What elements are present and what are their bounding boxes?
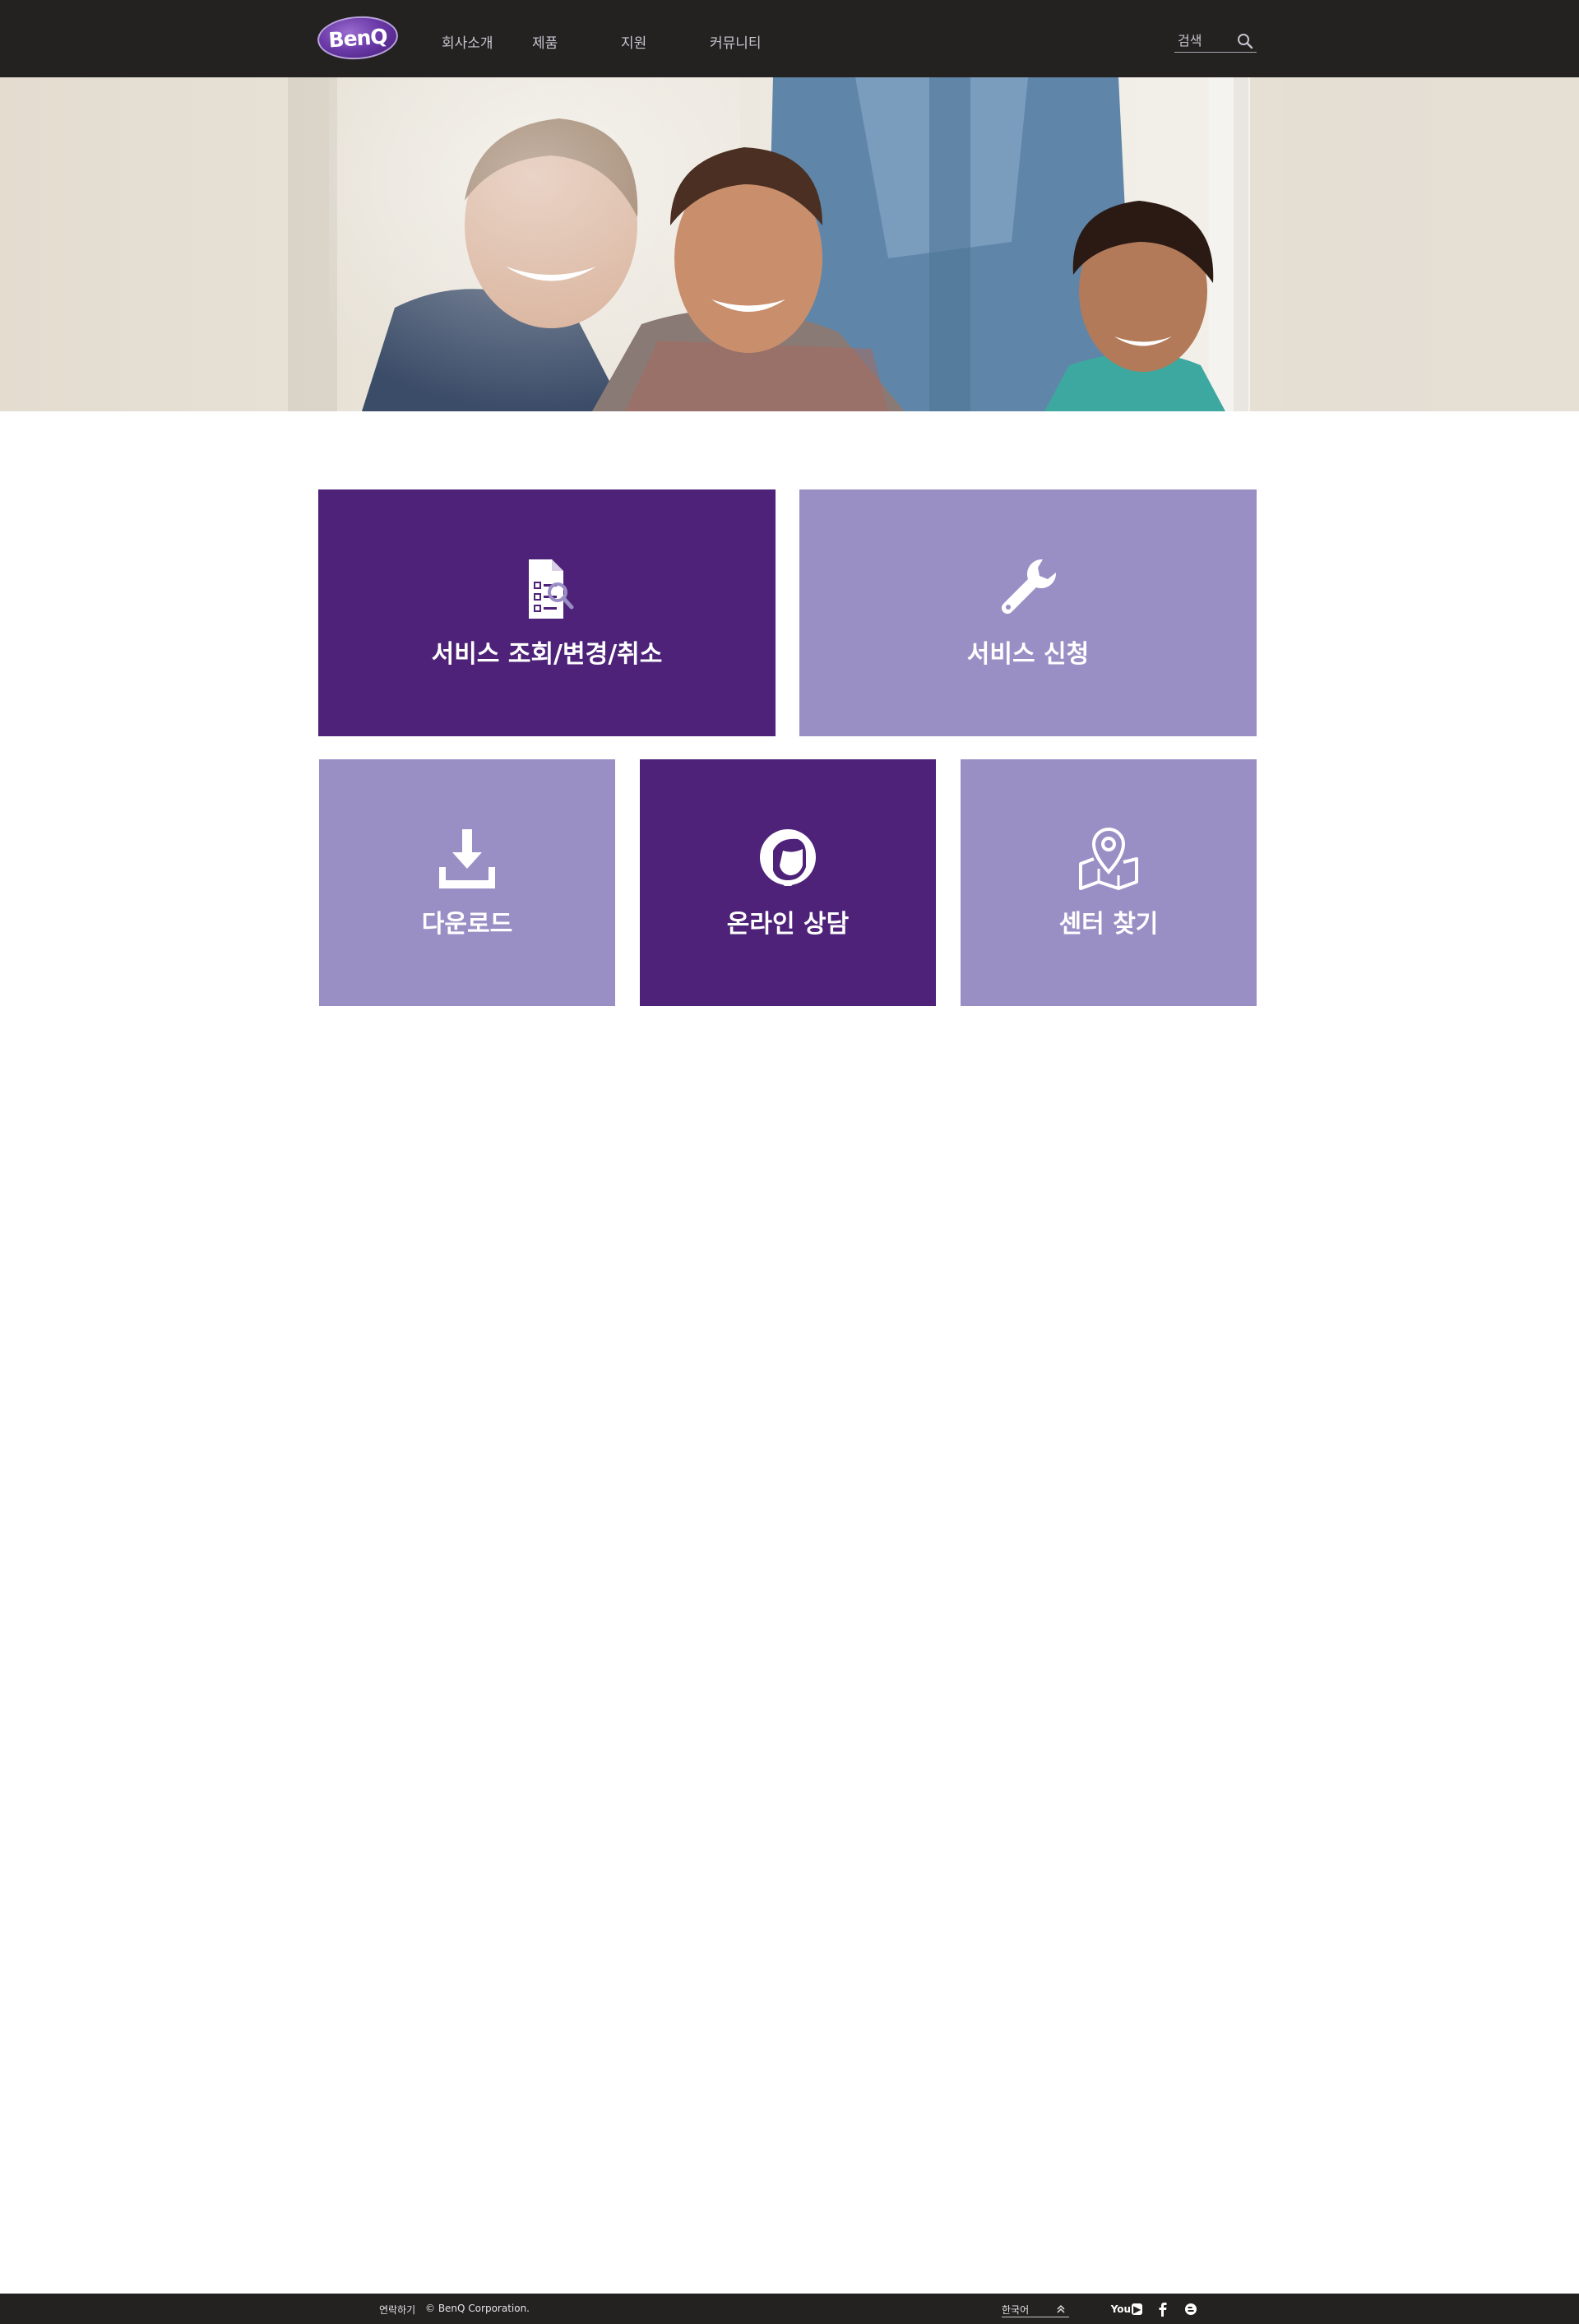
download-icon xyxy=(439,829,495,888)
chevron-up-icon xyxy=(1057,2304,1065,2313)
blog-icon[interactable] xyxy=(1184,2302,1197,2317)
copyright: © BenQ Corporation. xyxy=(425,2303,530,2314)
site-footer: 연락하기 © BenQ Corporation. 한국어 You ▶ xyxy=(0,2294,1579,2324)
headset-icon xyxy=(760,829,816,886)
youtube-icon-text: You xyxy=(1110,2303,1132,2315)
tile-find-center[interactable]: 센터 찾기 xyxy=(961,759,1257,1006)
language-selector[interactable]: 한국어 xyxy=(1002,2301,1069,2317)
tile-label: 서비스 조회/변경/취소 xyxy=(431,640,663,669)
hero-photo-people xyxy=(0,77,1579,411)
site-header: BenQ 회사소개 제품 지원 커뮤니티 xyxy=(0,0,1579,77)
tile-service-request[interactable]: 서비스 신청 xyxy=(799,489,1257,736)
youtube-icon[interactable]: You ▶ xyxy=(1110,2302,1143,2317)
contact-link[interactable]: 연락하기 xyxy=(379,2303,415,2317)
tile-label: 온라인 상담 xyxy=(726,910,850,939)
tile-online-consultation[interactable]: 온라인 상담 xyxy=(640,759,936,1006)
document-search-icon xyxy=(529,559,574,619)
nav-item-support[interactable]: 지원 xyxy=(621,31,646,52)
search-icon[interactable] xyxy=(1235,31,1255,51)
search-input[interactable] xyxy=(1178,31,1235,49)
nav-item-community[interactable]: 커뮤니티 xyxy=(710,31,762,52)
tile-label: 서비스 신청 xyxy=(966,640,1090,669)
hero-image xyxy=(0,77,1579,411)
search-box xyxy=(1174,30,1257,53)
nav-item-company[interactable]: 회사소개 xyxy=(442,31,493,52)
tile-label: 다운로드 xyxy=(421,910,513,939)
nav-item-products[interactable]: 제품 xyxy=(532,31,558,52)
tile-download[interactable]: 다운로드 xyxy=(319,759,615,1006)
facebook-icon[interactable] xyxy=(1157,2302,1169,2317)
map-pin-icon xyxy=(1079,827,1138,890)
tile-service-lookup[interactable]: 서비스 조회/변경/취소 xyxy=(318,489,776,736)
language-label: 한국어 xyxy=(1002,2304,1030,2316)
benq-logo[interactable]: BenQ xyxy=(316,13,400,63)
tile-label: 센터 찾기 xyxy=(1058,910,1159,939)
wrench-icon xyxy=(1001,559,1057,615)
